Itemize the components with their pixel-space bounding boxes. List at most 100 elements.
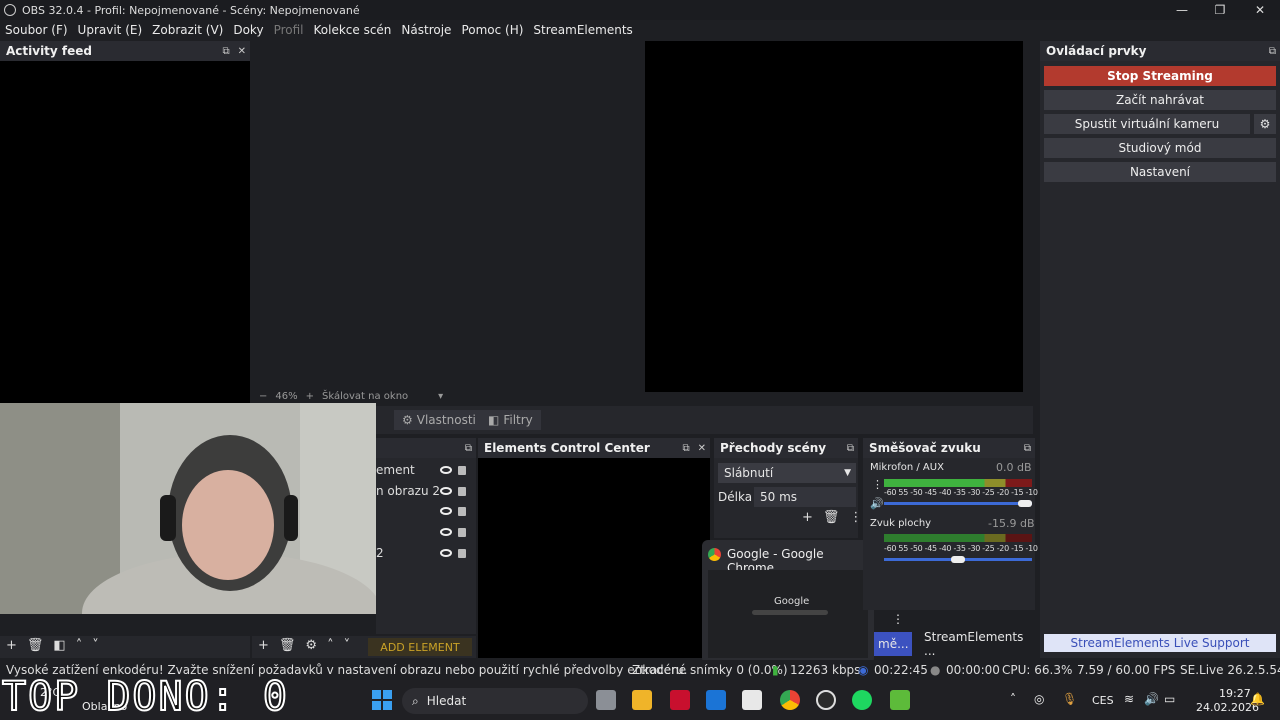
search-box xyxy=(752,610,828,615)
microphone-icon[interactable]: 🎙 xyxy=(1062,692,1077,706)
undock-icon[interactable]: ⧉ xyxy=(1024,443,1031,454)
volume-slider-handle[interactable] xyxy=(951,556,966,563)
menu-view[interactable]: Zobrazit (V) xyxy=(147,23,228,37)
chevron-up-icon[interactable]: ˄ xyxy=(76,638,83,653)
tab-streamelements[interactable]: StreamElements ... xyxy=(916,630,1034,658)
chrome-icon xyxy=(708,548,721,561)
file-explorer-icon[interactable] xyxy=(632,690,652,710)
chrome-taskbar-icon[interactable] xyxy=(780,690,800,710)
battery-icon[interactable]: ▭ xyxy=(1164,692,1175,706)
menu-profile[interactable]: Profil xyxy=(269,23,309,37)
title-bar: OBS 32.0.4 - Profil: Nepojmenované - Scé… xyxy=(0,0,1280,20)
lock-icon[interactable] xyxy=(458,487,466,496)
obs-taskbar-icon[interactable] xyxy=(816,690,836,710)
volume-icon[interactable]: 🔊 xyxy=(1144,692,1159,706)
more-icon[interactable]: ⋮ xyxy=(872,478,883,491)
menu-scene-collection[interactable]: Kolekce scén xyxy=(309,23,397,37)
menu-edit[interactable]: Upravit (E) xyxy=(73,23,148,37)
chevron-down-icon[interactable]: ▾ xyxy=(438,391,443,402)
chevron-down-icon[interactable]: ˅ xyxy=(344,638,351,653)
stop-streaming-button[interactable]: Stop Streaming xyxy=(1044,66,1276,86)
tab-mixer[interactable]: mě... xyxy=(874,632,912,656)
properties-button[interactable]: ⚙ Vlastnosti xyxy=(394,410,484,430)
scale-mode[interactable]: Škálovat na okno xyxy=(322,391,408,402)
trash-icon[interactable]: 🗑 xyxy=(27,638,44,653)
visibility-eye-icon[interactable] xyxy=(440,507,452,515)
visibility-eye-icon[interactable] xyxy=(440,528,452,536)
settings-button[interactable]: Nastavení xyxy=(1044,162,1276,182)
close-dock-icon[interactable]: ✕ xyxy=(698,443,706,454)
minimize-button[interactable]: — xyxy=(1162,0,1202,20)
volume-slider-handle[interactable] xyxy=(1018,500,1032,507)
speaker-icon[interactable]: 🔊 xyxy=(870,497,884,510)
menu-help[interactable]: Pomoc (H) xyxy=(456,23,528,37)
zoom-in-button[interactable]: + xyxy=(306,391,314,402)
close-dock-icon[interactable]: ✕ xyxy=(238,46,246,57)
mixer-channel-db: 0.0 dB xyxy=(996,461,1032,474)
spotify-icon[interactable] xyxy=(852,690,872,710)
chrome-thumbnail[interactable]: Google - Google Chrome Google xyxy=(702,540,874,664)
chevron-down-icon[interactable]: ˅ xyxy=(92,638,99,653)
add-icon[interactable]: + xyxy=(802,510,813,525)
chevron-up-icon[interactable]: ˄ xyxy=(327,638,334,653)
lock-icon[interactable] xyxy=(458,528,466,537)
notification-icon[interactable]: 🔔 xyxy=(1250,692,1265,706)
outlook-icon[interactable] xyxy=(706,690,726,710)
chevron-up-icon[interactable]: ˄ xyxy=(1010,692,1016,706)
menu-file[interactable]: Soubor (F) xyxy=(0,23,73,37)
undock-icon[interactable]: ⧉ xyxy=(465,443,472,454)
virtual-camera-button[interactable]: Spustit virtuální kameru xyxy=(1044,114,1250,134)
add-scene-icon[interactable]: + xyxy=(6,638,17,653)
webcam-feed xyxy=(0,403,376,614)
taskbar-search[interactable]: ⌕ Hledat xyxy=(402,688,588,714)
menu-tools[interactable]: Nástroje xyxy=(396,23,456,37)
lock-icon[interactable] xyxy=(458,549,466,558)
store-icon[interactable] xyxy=(742,690,762,710)
filter-icon[interactable]: ◧ xyxy=(53,638,65,653)
mcafee-icon[interactable] xyxy=(670,690,690,710)
wifi-icon[interactable]: ≋ xyxy=(1124,692,1134,706)
windows-start-icon[interactable] xyxy=(372,690,392,710)
lock-icon[interactable] xyxy=(458,466,466,475)
minecraft-icon[interactable] xyxy=(890,690,910,710)
duration-input[interactable]: 50 ms xyxy=(754,487,856,507)
trash-icon[interactable]: 🗑 xyxy=(279,638,296,653)
zoom-bar: − 46% + Škálovat na okno ▾ xyxy=(259,391,443,402)
input-language[interactable]: CES xyxy=(1092,694,1114,707)
close-button[interactable]: ✕ xyxy=(1240,0,1280,20)
mixer-header: Směšovač zvuku ⧉ xyxy=(863,438,1035,458)
menu-streamelements[interactable]: StreamElements xyxy=(528,23,637,37)
menu-docks[interactable]: Doky xyxy=(228,23,268,37)
onedrive-icon[interactable]: ◎ xyxy=(1034,692,1044,706)
zoom-out-button[interactable]: − xyxy=(259,391,267,402)
add-element-button[interactable]: ADD ELEMENT xyxy=(368,638,472,656)
maximize-button[interactable]: ❐ xyxy=(1200,0,1240,20)
start-recording-button[interactable]: Začít nahrávat xyxy=(1044,90,1276,110)
trash-icon[interactable]: 🗑 xyxy=(823,510,840,525)
undock-icon[interactable]: ⧉ xyxy=(222,46,229,57)
scenes-toolbar-buttons: + 🗑 ◧ ˄ ˅ xyxy=(6,638,99,653)
undock-icon[interactable]: ⧉ xyxy=(682,443,689,454)
more-icon[interactable]: ⋮ xyxy=(892,612,904,626)
undock-icon[interactable]: ⧉ xyxy=(1269,46,1276,57)
stream-time: 00:22:45 xyxy=(874,663,928,677)
undock-icon[interactable]: ⧉ xyxy=(847,443,854,454)
filters-button[interactable]: ◧ Filtry xyxy=(480,410,541,430)
studio-mode-button[interactable]: Studiový mód xyxy=(1044,138,1276,158)
visibility-eye-icon[interactable] xyxy=(440,487,452,495)
filter-icon: ◧ xyxy=(488,413,500,427)
lock-icon[interactable] xyxy=(458,507,466,516)
live-support-button[interactable]: StreamElements Live Support xyxy=(1044,634,1276,652)
visibility-eye-icon[interactable] xyxy=(440,466,452,474)
virtual-camera-settings-button[interactable]: ⚙ xyxy=(1254,114,1276,134)
add-source-icon[interactable]: + xyxy=(258,638,269,653)
visibility-eye-icon[interactable] xyxy=(440,549,452,557)
controls-header: Ovládací prvky ⧉ xyxy=(1040,41,1280,61)
task-view-icon[interactable] xyxy=(596,690,616,710)
gear-icon[interactable]: ⚙ xyxy=(305,638,317,653)
more-icon[interactable]: ⋮ xyxy=(849,510,862,525)
clock-time[interactable]: 19:27 xyxy=(1219,687,1251,700)
transition-select[interactable]: Slábnutí ▼ xyxy=(718,463,856,483)
mixer-channel-db: -15.9 dB xyxy=(988,517,1035,530)
volume-slider[interactable] xyxy=(884,502,1032,505)
